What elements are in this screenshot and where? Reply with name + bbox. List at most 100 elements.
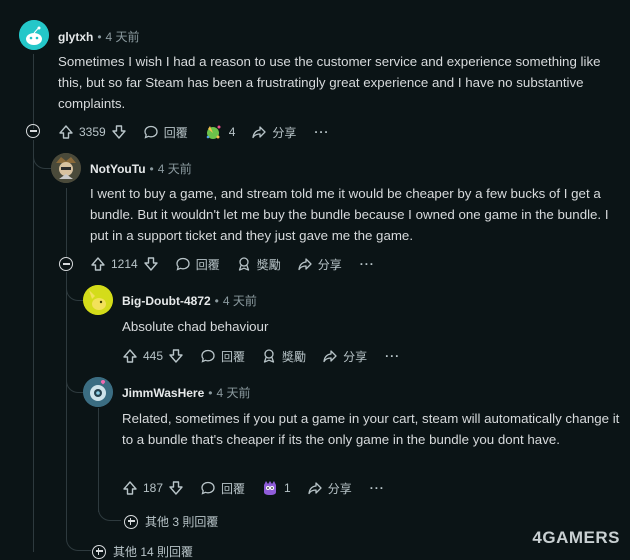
vote-group: 3359 (58, 124, 127, 140)
more-replies-button[interactable]: 其他 3 則回覆 (124, 513, 218, 530)
separator: • (214, 293, 219, 308)
comment-body: Related, sometimes if you put a game in … (122, 411, 620, 447)
thread-line-root-lower (33, 140, 34, 552)
thread-elbow-bigdoubt (66, 272, 85, 301)
share-icon (308, 482, 322, 495)
comment-header: Big-Doubt-4872 • 4 天前 (122, 292, 257, 309)
thread-elbow-jimm (66, 300, 85, 393)
action-bar: 187 回覆 1 分享 ··· (122, 476, 385, 500)
timestamp: 4 天前 (216, 386, 251, 400)
thread-elbow-more14 (66, 392, 91, 551)
collapse-thread-button[interactable] (26, 124, 40, 138)
vote-group: 445 (122, 348, 184, 364)
share-label: 分享 (327, 481, 352, 496)
separator: • (149, 161, 154, 176)
speech-bubble-icon (144, 125, 158, 139)
separator: • (208, 385, 213, 400)
comment-header: NotYouTu • 4 天前 (90, 160, 192, 177)
collapse-thread-button[interactable] (59, 257, 73, 271)
reply-button[interactable]: 回覆 (200, 348, 245, 365)
timestamp: 4 天前 (222, 294, 257, 308)
vote-count: 1214 (111, 257, 138, 271)
award-icon (263, 349, 275, 363)
reply-label: 回覆 (221, 481, 246, 496)
award-count: 1 (284, 481, 291, 495)
reply-label: 回覆 (163, 125, 188, 140)
action-bar: 445 回覆 獎勵 分享 ··· (122, 344, 400, 368)
award-button[interactable]: 獎勵 (261, 348, 306, 365)
vote-group: 187 (122, 480, 184, 496)
character-avatar-icon (51, 153, 81, 183)
downvote-icon[interactable] (168, 348, 184, 364)
comment-body: I went to buy a game, and stream told me… (90, 186, 609, 243)
share-button[interactable]: 分享 (322, 348, 367, 365)
speech-bubble-icon (201, 349, 215, 363)
thread-line-notyoutu (66, 188, 67, 258)
more-options-button[interactable]: ··· (385, 349, 400, 363)
award-button[interactable]: 獎勵 (236, 256, 281, 273)
avatar[interactable] (19, 20, 49, 50)
separator: • (97, 29, 102, 44)
downvote-icon[interactable] (111, 124, 127, 140)
username[interactable]: NotYouTu (90, 162, 146, 176)
timestamp: 4 天前 (105, 30, 140, 44)
upvote-icon[interactable] (122, 348, 138, 364)
award-label: 獎勵 (256, 257, 281, 272)
award-label: 獎勵 (282, 349, 307, 364)
share-label: 分享 (317, 257, 342, 272)
award-count: 4 (228, 125, 236, 139)
avatar[interactable] (83, 285, 113, 315)
username[interactable]: glytxh (58, 30, 93, 44)
award-icon (238, 257, 249, 271)
snoo-avatar-icon (19, 20, 49, 50)
downvote-icon[interactable] (143, 256, 159, 272)
speech-bubble-icon (201, 481, 215, 495)
more-options-button[interactable]: ··· (314, 125, 329, 139)
expand-plus-icon (124, 514, 138, 529)
reply-button[interactable]: 回覆 (175, 256, 220, 273)
comment-body: Absolute chad behaviour (122, 319, 269, 334)
creature-avatar-icon (83, 285, 113, 315)
upvote-icon[interactable] (122, 480, 138, 496)
robot-avatar-icon (83, 377, 113, 407)
share-label: 分享 (272, 125, 297, 140)
share-icon (252, 126, 267, 139)
action-bar: 3359 回覆 4 分享 ··· (58, 120, 329, 144)
username[interactable]: JimmWasHere (122, 386, 204, 400)
upvote-icon[interactable] (90, 256, 106, 272)
reply-label: 回覆 (221, 349, 246, 364)
vote-count: 445 (143, 349, 164, 363)
upvote-icon[interactable] (58, 124, 74, 140)
speech-bubble-icon (176, 257, 190, 271)
reply-button[interactable]: 回覆 (200, 480, 245, 497)
vote-count: 3359 (79, 125, 106, 139)
more-options-button[interactable]: ··· (370, 481, 385, 495)
award-button[interactable]: 1 (261, 479, 291, 497)
share-icon (298, 258, 312, 271)
share-button[interactable]: 分享 (297, 256, 342, 273)
action-bar: 1214 回覆 獎勵 分享 ··· (90, 252, 375, 276)
more-options-button[interactable]: ··· (360, 257, 375, 271)
comment-header: glytxh • 4 天前 (58, 28, 140, 45)
share-label: 分享 (343, 349, 368, 364)
share-button[interactable]: 分享 (307, 480, 352, 497)
share-icon (323, 350, 337, 363)
thread-line-root (33, 54, 34, 129)
downvote-icon[interactable] (168, 480, 184, 496)
award-button[interactable]: 4 (204, 123, 236, 141)
party-award-icon (206, 125, 221, 139)
reply-label: 回覆 (195, 257, 220, 272)
monster-award-icon (264, 481, 277, 495)
reply-button[interactable]: 回覆 (143, 124, 188, 141)
share-button[interactable]: 分享 (251, 124, 296, 141)
avatar[interactable] (51, 153, 81, 183)
vote-group: 1214 (90, 256, 159, 272)
comment-header: JimmWasHere • 4 天前 (122, 384, 250, 401)
more-replies-label: 其他 3 則回覆 (145, 515, 219, 529)
avatar[interactable] (83, 377, 113, 407)
watermark-logo: 4GAMERS (532, 528, 620, 547)
comment-body: Sometimes I wish I had a reason to use t… (58, 54, 601, 111)
thread-elbow-more3 (98, 480, 121, 521)
vote-count: 187 (143, 481, 164, 495)
username[interactable]: Big-Doubt-4872 (122, 294, 211, 308)
